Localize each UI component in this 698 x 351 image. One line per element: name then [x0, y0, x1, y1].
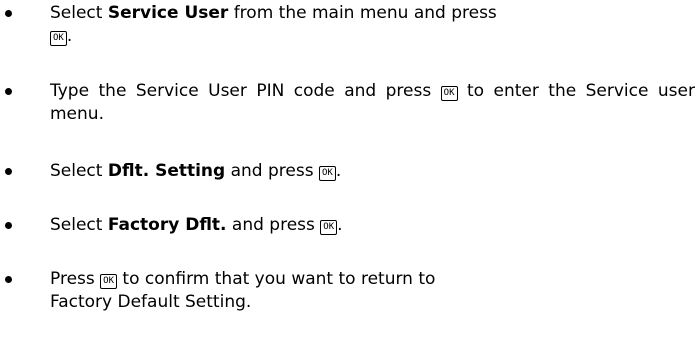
menu-item-dflt-setting: Dflt. Setting [107, 161, 226, 181]
step-5-text: Press OK to confirm that you want to ret… [50, 269, 436, 312]
ok-key-icon: OK [50, 31, 67, 46]
step-3-text: Select Dflt. Setting and press OK. [50, 161, 342, 181]
step-2-text: Type the Service User PIN code and press… [50, 81, 695, 124]
bullet-icon [5, 80, 15, 103]
ok-key-icon: OK [440, 86, 458, 101]
bullet-icon [5, 268, 15, 291]
bullet-icon [5, 160, 15, 183]
bullet-icon [5, 214, 15, 237]
ok-key-icon: OK [100, 274, 117, 289]
step-1-text: Select Service User from the main menu a… [50, 3, 497, 46]
instruction-list: Select Service User from the main menu a… [0, 0, 698, 351]
menu-item-service-user: Service User [107, 3, 229, 23]
menu-item-factory-dflt: Factory Dflt. [107, 215, 227, 235]
ok-key-icon: OK [318, 166, 336, 181]
ok-key-icon: OK [320, 220, 338, 235]
bullet-icon [5, 2, 15, 25]
step-4-text: Select Factory Dflt. and press OK. [50, 215, 343, 235]
